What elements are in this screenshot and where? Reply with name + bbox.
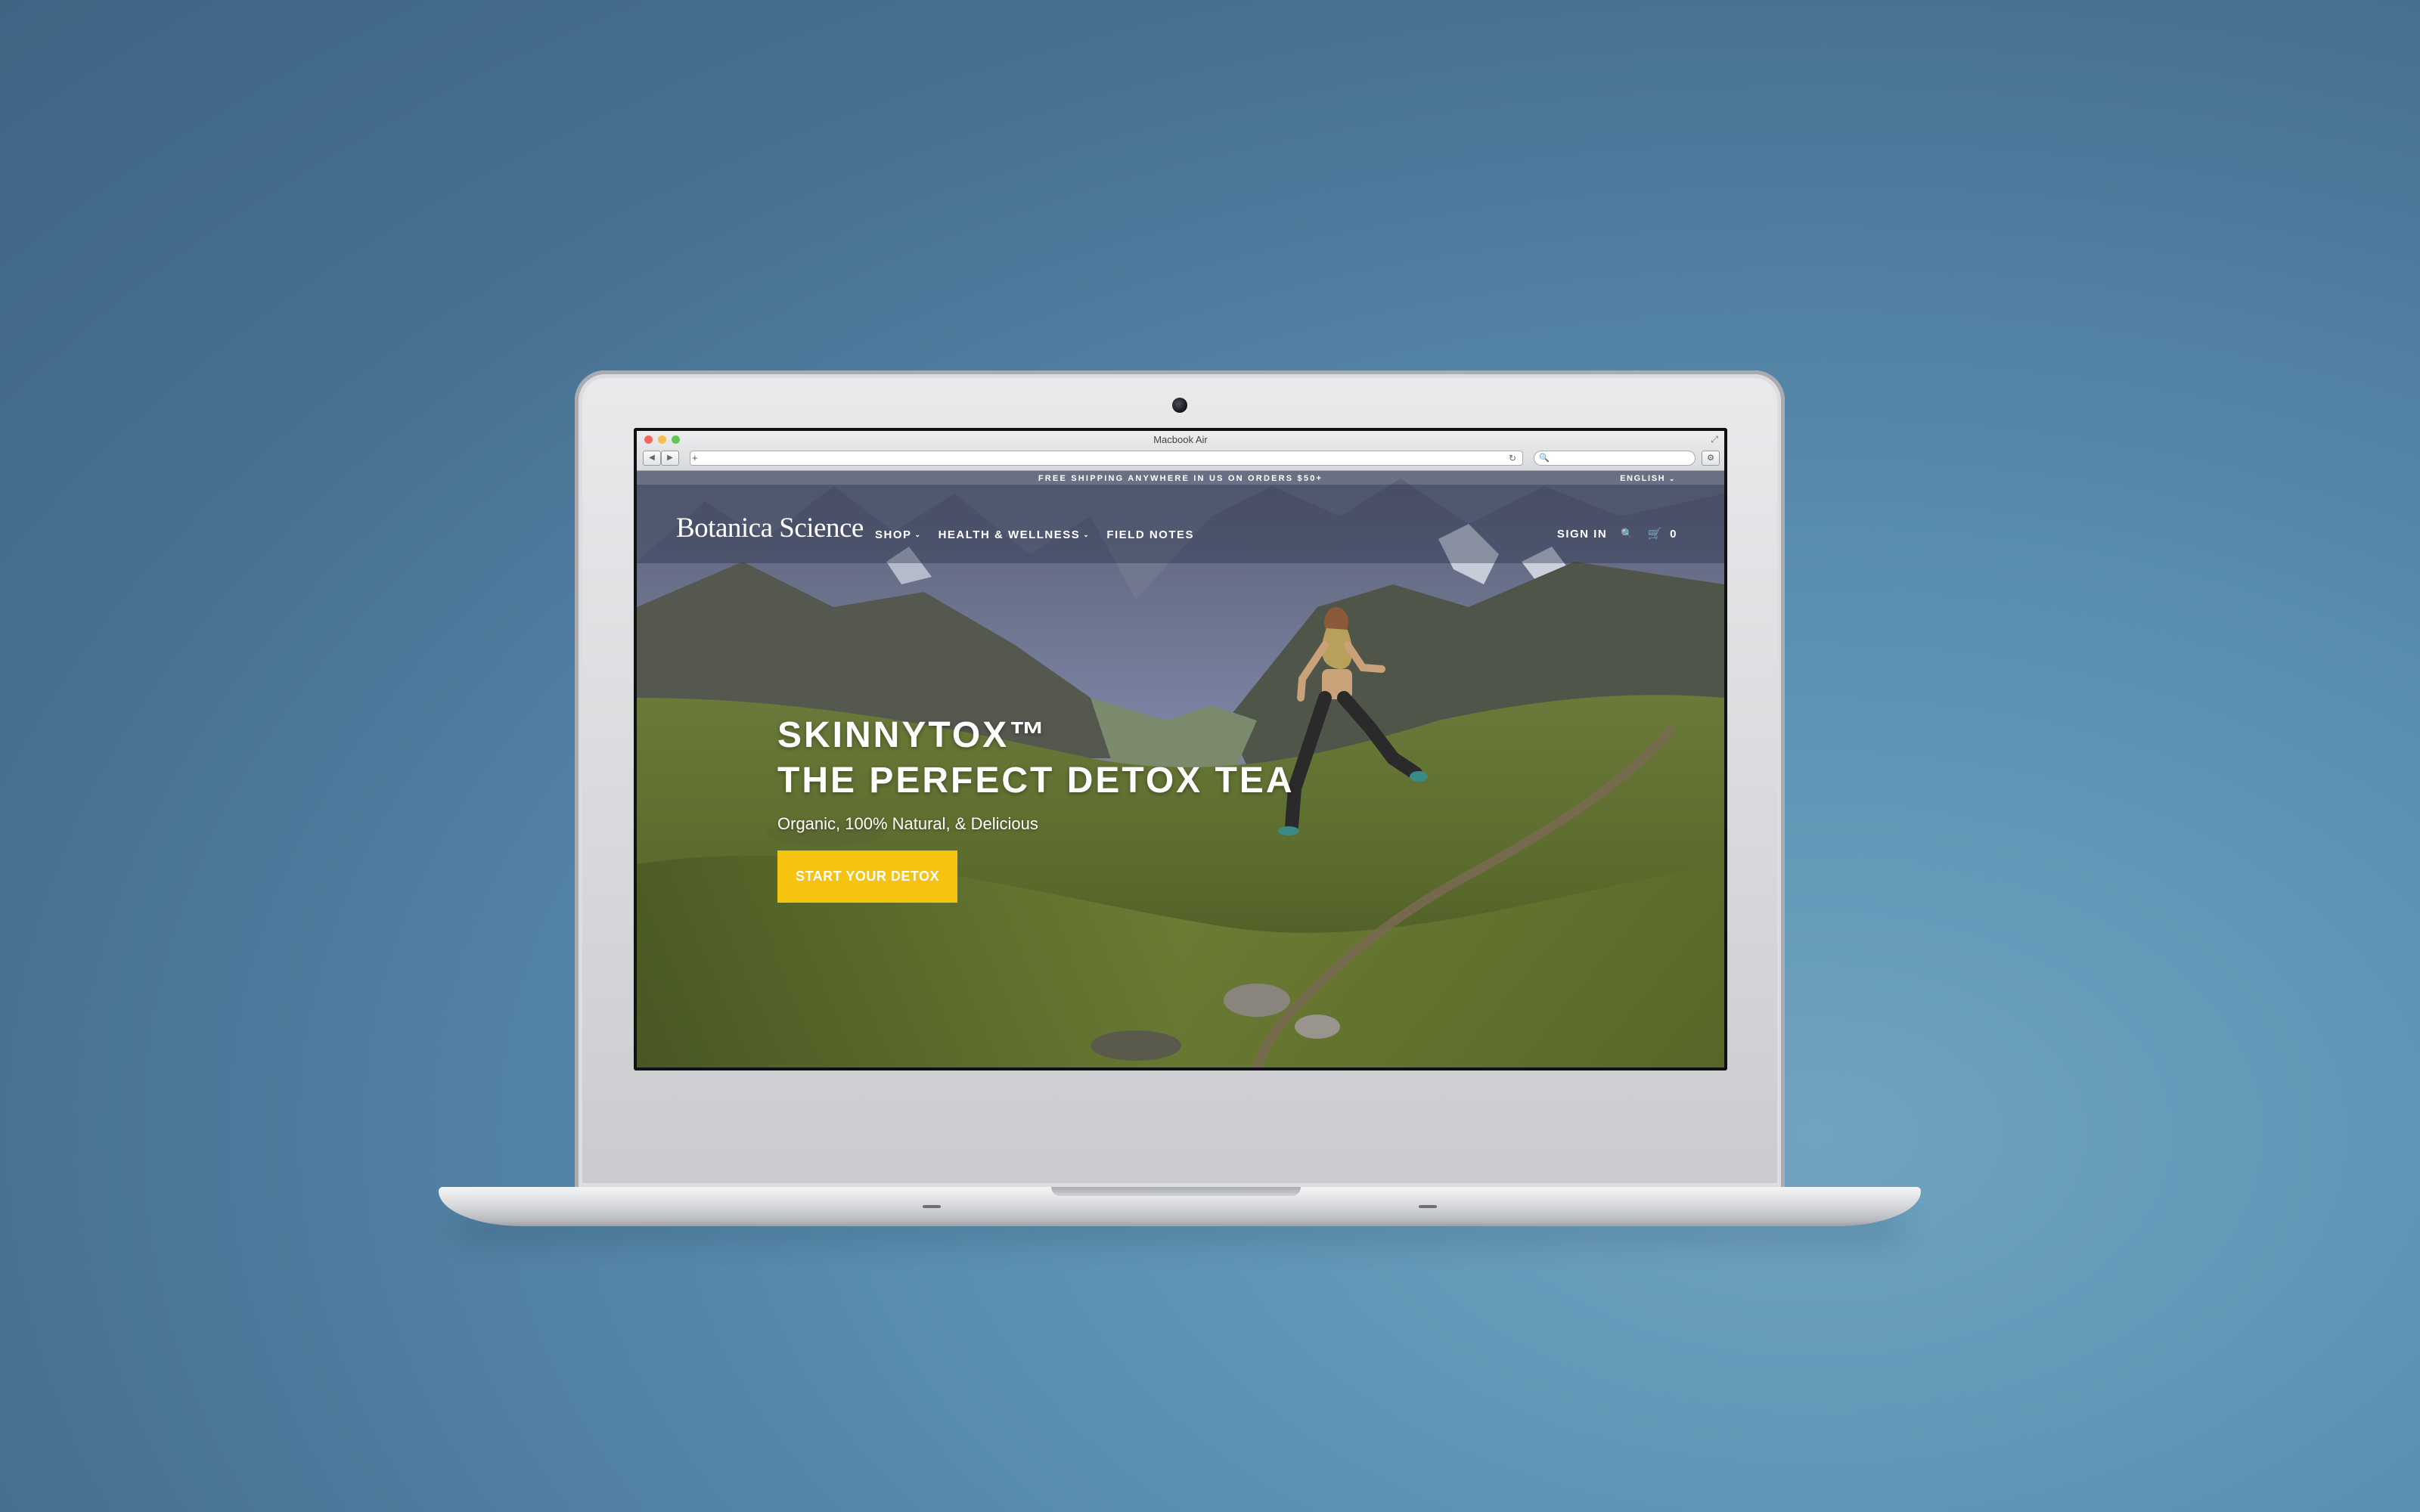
nav-item-label: FIELD NOTES [1106,528,1194,541]
back-button[interactable]: ◀ [643,451,661,466]
window-title: Macbook Air [1153,434,1208,445]
hero-title-line-2: THE PERFECT DETOX TEA [777,761,1295,801]
promo-bar: FREE SHIPPING ANYWHERE IN US ON ORDERS $… [637,471,1724,485]
url-input[interactable]: + ↻ [690,451,1523,466]
cart-icon: 🛒 [1647,528,1664,541]
nav-item-label: HEALTH & WELLNESS [938,528,1081,541]
account-nav: SIGN IN 🔍 🛒 0 [1557,527,1677,541]
main-nav: SHOP ⌄ HEALTH & WELLNESS ⌄ FIELD NOTES [875,528,1194,541]
sign-in-link[interactable]: SIGN IN [1557,528,1607,541]
hero-title: SKINNYTOX™ THE PERFECT DETOX TEA [777,713,1295,804]
language-label: ENGLISH [1620,474,1666,483]
chevron-down-icon: ⌄ [1083,531,1091,538]
lid-notch [1051,1187,1301,1196]
chevron-down-icon: ⌄ [1668,475,1676,482]
laptop-foot [1419,1205,1437,1208]
cart-count: 0 [1670,528,1677,541]
nav-item-health-wellness[interactable]: HEALTH & WELLNESS ⌄ [939,528,1091,541]
webcam-icon [1172,398,1187,413]
screen-bezel: Macbook Air ⤢ ◀ ▶ + ↻ 🔍 ⚙ FREE SHIPPING … [634,428,1727,1070]
reload-icon[interactable]: ↻ [1509,451,1516,465]
nav-item-field-notes[interactable]: FIELD NOTES [1106,528,1194,541]
new-tab-icon[interactable]: + [692,451,703,465]
search-icon: 🔍 [1539,454,1550,463]
site-logo[interactable]: Botanica Science [676,512,864,544]
web-page: FREE SHIPPING ANYWHERE IN US ON ORDERS $… [637,471,1724,1067]
cart-button[interactable]: 🛒 0 [1648,527,1677,541]
language-selector[interactable]: ENGLISH ⌄ [1620,471,1676,486]
laptop-base [439,1187,1921,1226]
screen: Macbook Air ⤢ ◀ ▶ + ↻ 🔍 ⚙ FREE SHIPPING … [637,431,1724,1067]
hero-subtitle: Organic, 100% Natural, & Delicious [777,814,1038,833]
nav-item-shop[interactable]: SHOP ⌄ [875,528,922,541]
hero-title-line-1: SKINNYTOX™ [777,715,1048,755]
resize-icon[interactable]: ⤢ [1711,434,1718,445]
chevron-down-icon: ⌄ [914,531,922,538]
site-header: Botanica Science SHOP ⌄ HEALTH & WELLNESS… [637,485,1724,563]
nav-item-label: SHOP [875,528,912,541]
hero-content: SKINNYTOX™ THE PERFECT DETOX TEA Organic… [777,713,1295,903]
search-icon[interactable]: 🔍 [1621,528,1634,540]
promo-text: FREE SHIPPING ANYWHERE IN US ON ORDERS $… [1038,474,1323,483]
forward-button[interactable]: ▶ [661,451,679,466]
start-detox-button[interactable]: START YOUR DETOX [777,850,958,903]
laptop-foot [923,1205,941,1208]
browser-toolbar: Macbook Air ⤢ ◀ ▶ + ↻ 🔍 ⚙ [637,431,1724,471]
browser-search-input[interactable]: 🔍 [1534,451,1696,466]
settings-icon[interactable]: ⚙ [1702,451,1720,466]
laptop-lid: Macbook Air ⤢ ◀ ▶ + ↻ 🔍 ⚙ FREE SHIPPING … [575,370,1785,1191]
